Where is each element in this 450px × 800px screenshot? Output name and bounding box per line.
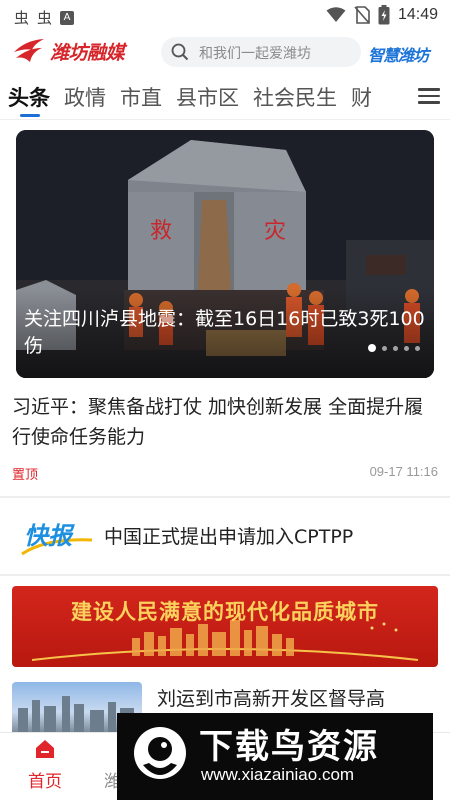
tent-text-left: 救 bbox=[150, 219, 172, 244]
home-icon bbox=[36, 740, 54, 758]
status-bar: 虫 虫 A 14:49 bbox=[0, 0, 450, 32]
app-name: 潍坊融媒 bbox=[50, 41, 125, 64]
promo-title: 建设人民满意的现代化品质城市 bbox=[71, 600, 379, 624]
article-title[interactable]: 刘运到市高新开发区督导高 bbox=[157, 684, 385, 711]
article-time: 09-17 11:16 bbox=[369, 464, 438, 479]
article-item[interactable]: 习近平：聚焦备战打仗 加快创新发展 全面提升履行使命任务能力 置顶 09-17 … bbox=[12, 392, 438, 483]
tab-society[interactable]: 社会民生 bbox=[253, 82, 337, 112]
article-meta: 置顶 09-17 11:16 bbox=[12, 464, 438, 484]
flash-news-logo-icon: 快报 bbox=[21, 522, 93, 556]
flash-news-text[interactable]: 中国正式提出申请加入CPTPP bbox=[104, 522, 353, 549]
watermark-logo-icon bbox=[134, 727, 186, 779]
status-right: 14:49 bbox=[326, 5, 438, 25]
watermark-overlay: 下载鸟资源 www.xiazainiao.com bbox=[117, 713, 433, 800]
battery-icon bbox=[378, 5, 390, 25]
nav-home[interactable]: 首页 bbox=[22, 739, 68, 792]
tent-text-right: 灾 bbox=[264, 219, 286, 244]
pinned-badge: 置顶 bbox=[12, 468, 39, 483]
search-bar[interactable]: 和我们一起爱潍坊 bbox=[161, 37, 361, 67]
app-logo[interactable]: 潍坊融媒 bbox=[12, 36, 125, 66]
carousel-dot[interactable] bbox=[382, 345, 387, 351]
notification-icon: 虫 bbox=[14, 9, 30, 27]
app-header: 潍坊融媒 和我们一起爱潍坊 智慧潍坊 bbox=[0, 32, 450, 74]
logo-bird-icon bbox=[14, 39, 44, 62]
divider bbox=[0, 574, 450, 576]
tab-list: 头条 政情 市直 县市区 社会民生 财 bbox=[8, 82, 386, 112]
banner-title[interactable]: 关注四川泸县地震：截至16日16时已致3死100伤 bbox=[24, 306, 426, 360]
banner-carousel[interactable]: 救 灾 关注四川泸县地震：截至16日16时已致3死100伤 bbox=[16, 130, 434, 378]
status-time: 14:49 bbox=[397, 6, 438, 23]
menu-icon[interactable] bbox=[418, 84, 442, 108]
active-tab-indicator bbox=[20, 114, 40, 117]
carousel-dot[interactable] bbox=[404, 345, 409, 351]
carousel-dots bbox=[368, 344, 420, 352]
brand-logo[interactable]: 智慧潍坊 bbox=[368, 42, 429, 66]
carousel-dot[interactable] bbox=[393, 345, 398, 351]
flash-news-logo-text: 快报 bbox=[24, 522, 75, 550]
no-sim-icon bbox=[354, 6, 370, 24]
divider bbox=[0, 496, 450, 498]
tab-politics[interactable]: 政情 bbox=[64, 82, 106, 112]
watermark-title: 下载鸟资源 bbox=[199, 727, 379, 767]
tab-finance[interactable]: 财 bbox=[351, 82, 372, 112]
notification-icon: 虫 bbox=[37, 9, 53, 27]
category-tabs: 头条 政情 市直 县市区 社会民生 财 bbox=[0, 76, 450, 120]
nav-home-label: 首页 bbox=[28, 772, 62, 792]
tab-counties[interactable]: 县市区 bbox=[176, 82, 239, 112]
promo-banner[interactable]: 建设人民满意的现代化品质城市 bbox=[12, 586, 438, 667]
flash-news-item[interactable]: 快报 中国正式提出申请加入CPTPP bbox=[12, 506, 438, 566]
carousel-dot[interactable] bbox=[368, 344, 376, 352]
article-title[interactable]: 习近平：聚焦备战打仗 加快创新发展 全面提升履行使命任务能力 bbox=[12, 392, 438, 452]
tab-headlines[interactable]: 头条 bbox=[8, 82, 50, 112]
watermark-url: www.xiazainiao.com bbox=[201, 765, 355, 784]
status-left-icons: 虫 虫 A bbox=[14, 7, 75, 28]
tab-city[interactable]: 市直 bbox=[120, 82, 162, 112]
carousel-dot[interactable] bbox=[415, 345, 420, 351]
search-placeholder: 和我们一起爱潍坊 bbox=[199, 46, 311, 62]
search-icon bbox=[171, 43, 189, 61]
notification-a-icon: A bbox=[60, 10, 75, 25]
wifi-icon bbox=[326, 7, 346, 22]
